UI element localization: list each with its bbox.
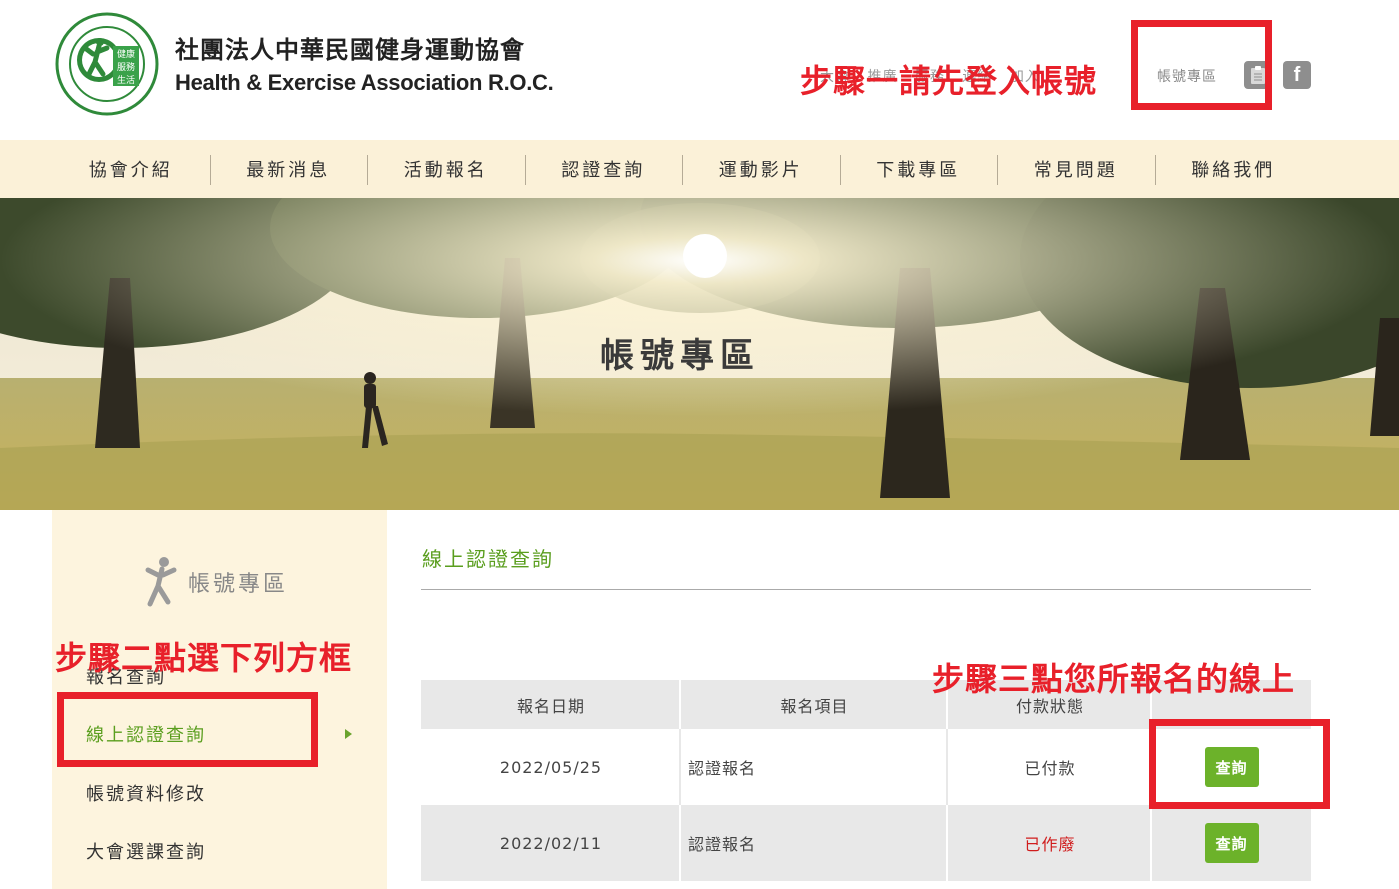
sidebar-title: 帳號專區 (188, 572, 289, 597)
runner-icon (145, 557, 177, 607)
annotation-step1: 步驟一請先登入帳號 (800, 62, 1098, 100)
column-header-item: 報名項目 (780, 696, 849, 716)
nav-item-downloads[interactable]: 下載專區 (839, 140, 998, 198)
column-divider (679, 680, 681, 729)
title-divider (421, 589, 1311, 590)
main-nav: 協會介紹 最新消息 活動報名 認證查詢 運動影片 下載專區 常見問題 聯絡我們 (0, 140, 1399, 198)
column-divider (1150, 805, 1152, 881)
nav-item-certification[interactable]: 認證查詢 (524, 140, 683, 198)
row-item: 認證報名 (688, 759, 757, 778)
sidebar-item-course-query[interactable]: 大會選課查詢 (86, 838, 206, 864)
column-divider (679, 729, 681, 805)
row-item: 認證報名 (688, 835, 757, 854)
svg-text:生活: 生活 (117, 74, 135, 86)
nav-item-contact[interactable]: 聯絡我們 (1154, 140, 1313, 198)
row-date: 2022/05/25 (499, 757, 603, 777)
query-button[interactable]: 查詢 (1204, 823, 1259, 863)
sidebar-item-account-edit[interactable]: 帳號資料修改 (86, 780, 206, 806)
association-logo[interactable]: 健康 服務 生活 (55, 12, 160, 117)
hero-banner: 帳號專區 (0, 198, 1399, 510)
table-row: 2022/02/11 認證報名 已作廢 查詢 (421, 805, 1311, 881)
facebook-icon[interactable]: f (1283, 61, 1311, 89)
nav-item-news[interactable]: 最新消息 (209, 140, 368, 198)
row-status: 已作廢 (1024, 835, 1076, 854)
nav-item-events[interactable]: 活動報名 (367, 140, 525, 198)
annotation-step3: 步驟三點您所報名的線上 (932, 660, 1296, 698)
annotation-box-step1 (1131, 20, 1272, 110)
org-name-zh: 社團法人中華民國健身運動協會 (175, 36, 525, 64)
row-date: 2022/02/11 (499, 833, 603, 853)
annotation-box-step3 (1149, 719, 1330, 809)
nav-item-about[interactable]: 協會介紹 (52, 140, 210, 198)
svg-text:服務: 服務 (117, 61, 135, 73)
svg-text:健康: 健康 (117, 48, 135, 60)
banner-title: 帳號專區 (600, 336, 760, 376)
page-title: 線上認證查詢 (422, 547, 554, 571)
active-arrow-icon (345, 729, 352, 739)
annotation-box-step2 (57, 692, 318, 767)
nav-item-videos[interactable]: 運動影片 (682, 140, 840, 198)
row-action-cell: 查詢 (1152, 805, 1311, 881)
nav-item-faq[interactable]: 常見問題 (997, 140, 1155, 198)
org-name-en: Health & Exercise Association R.O.C. (175, 70, 554, 95)
column-header-date: 報名日期 (516, 696, 585, 716)
annotation-step2: 步驟二點選下列方框 (55, 639, 353, 677)
column-divider (946, 729, 948, 805)
column-divider (946, 805, 948, 881)
row-status: 已付款 (1024, 759, 1076, 778)
column-divider (679, 805, 681, 881)
